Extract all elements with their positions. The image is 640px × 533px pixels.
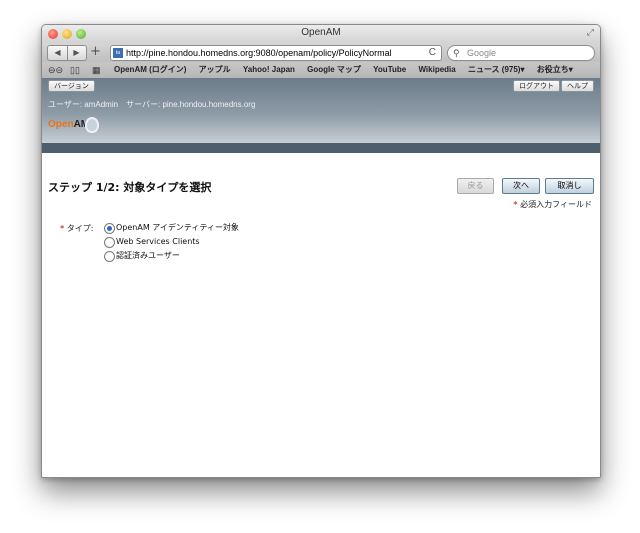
radio-button-selected[interactable] (104, 223, 115, 234)
back-nav-button[interactable]: ◀ (48, 46, 68, 60)
required-star: * (513, 200, 518, 209)
version-button[interactable]: バージョン (48, 80, 95, 92)
browser-toolbar: ◀ ▶ + ta http://pine.hondou.homedns.org:… (42, 43, 600, 62)
window-title: OpenAM (301, 27, 341, 38)
title-bar: OpenAM ⤢ (42, 25, 600, 43)
logo-open-text: Open (48, 119, 74, 130)
back-button[interactable]: 戻る (457, 178, 494, 194)
site-favicon-icon: ta (113, 48, 123, 58)
bookmark-item[interactable]: OpenAM (ログイン) (114, 65, 186, 74)
bookmarks-book-icon[interactable]: ▯▯ (70, 62, 80, 78)
bookmark-item[interactable]: YouTube (373, 65, 406, 74)
bookmark-item[interactable]: Wikipedia (418, 65, 455, 74)
type-field-label: * タイプ: (60, 223, 93, 234)
bookmark-item[interactable]: アップル (199, 65, 231, 74)
add-bookmark-button[interactable]: + (90, 44, 101, 60)
user-info: ユーザー: amAdmin (48, 100, 119, 109)
search-placeholder: Google (467, 48, 497, 58)
reload-icon[interactable]: C (429, 46, 436, 60)
search-icon: ⚲ (453, 48, 460, 58)
openam-logo-icon (85, 117, 99, 133)
wizard-content: ステップ 1/2: 対象タイプを選択 戻る 次へ 取消し * 必須入力フィールド… (42, 153, 600, 477)
required-note-text: 必須入力フィールド (520, 200, 592, 209)
openam-logo: OpenAM (48, 119, 89, 130)
top-sites-grid-icon[interactable]: ▦ (92, 62, 101, 78)
bookmark-item[interactable]: Google マップ (307, 65, 361, 74)
required-star: * (60, 224, 65, 233)
reading-list-icon[interactable]: ⊖⊝ (48, 62, 63, 78)
option-label[interactable]: Web Services Clients (116, 236, 200, 248)
bookmark-list: OpenAM (ログイン) アップル Yahoo! Japan Google マ… (114, 62, 583, 78)
next-button[interactable]: 次へ (502, 178, 540, 194)
search-input[interactable]: ⚲ Google (447, 45, 595, 61)
forward-nav-button[interactable]: ▶ (67, 46, 86, 60)
header-divider (42, 143, 600, 153)
radio-button[interactable] (104, 237, 115, 248)
page-title: ステップ 1/2: 対象タイプを選択 (48, 181, 212, 194)
server-info: サーバー: pine.hondou.homedns.org (126, 100, 256, 109)
bookmark-item[interactable]: お役立ち▾ (537, 65, 573, 74)
bookmark-item[interactable]: ニュース (975)▾ (468, 65, 525, 74)
address-bar[interactable]: ta http://pine.hondou.homedns.org:9080/o… (110, 45, 442, 61)
session-info: ユーザー: amAdmin サーバー: pine.hondou.homedns.o… (48, 99, 255, 110)
bookmark-item[interactable]: Yahoo! Japan (243, 65, 295, 74)
logout-button[interactable]: ログアウト (513, 80, 560, 92)
required-field-note: * 必須入力フィールド (513, 199, 592, 210)
cancel-button[interactable]: 取消し (545, 178, 594, 194)
option-label[interactable]: 認証済みユーザー (116, 250, 180, 262)
history-buttons: ◀ ▶ (47, 45, 87, 61)
help-button[interactable]: ヘルプ (561, 80, 594, 92)
openam-header: バージョン ログアウト ヘルプ ユーザー: amAdmin サーバー: pine.… (42, 78, 600, 143)
type-label-text: タイプ: (66, 224, 94, 233)
fullscreen-icon[interactable]: ⤢ (587, 28, 594, 38)
url-text[interactable]: http://pine.hondou.homedns.org:9080/open… (126, 46, 419, 60)
bookmarks-bar: ⊖⊝ ▯▯ ▦ OpenAM (ログイン) アップル Yahoo! Japan … (42, 62, 600, 79)
browser-window: OpenAM ⤢ ◀ ▶ + ta http://pine.hondou.hom… (41, 24, 601, 478)
radio-button[interactable] (104, 251, 115, 262)
option-label[interactable]: OpenAM アイデンティティー対象 (116, 222, 239, 234)
